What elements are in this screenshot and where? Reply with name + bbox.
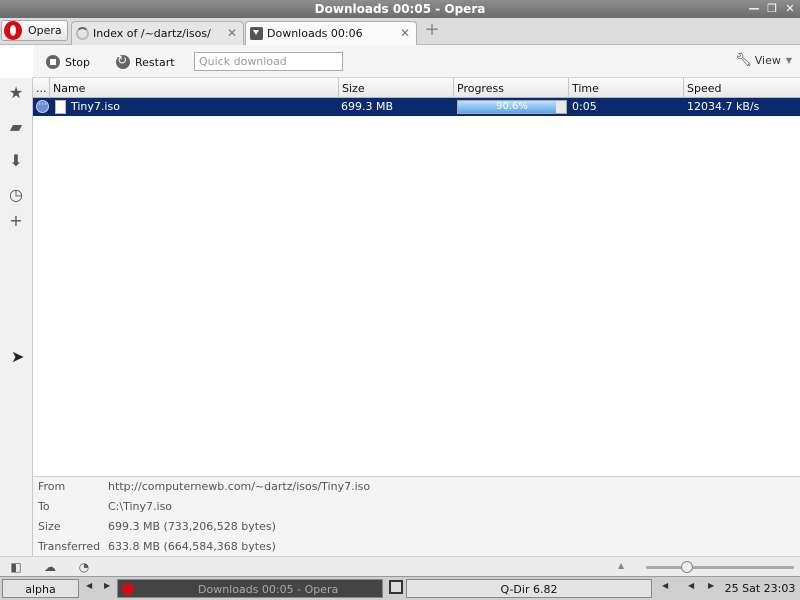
opera-task-icon (122, 583, 134, 595)
scroll-left-icon[interactable]: ◀ (688, 581, 694, 590)
column-header-name[interactable]: Name (50, 78, 339, 98)
zoom-slider-handle[interactable] (681, 561, 693, 573)
taskbar-clock: 25 Sat 23:03 (724, 582, 796, 595)
column-header-progress[interactable]: Progress (454, 78, 569, 98)
file-name: Tiny7.iso (71, 100, 120, 113)
download-speed: 12034.7 kB/s (687, 100, 760, 113)
window-list-icon[interactable] (389, 580, 403, 594)
view-menu-button[interactable]: 🔧︎ View ▼ (735, 53, 792, 68)
downloads-panel-icon[interactable]: ⬇ (7, 152, 25, 170)
downloading-status-icon: ··· (36, 100, 49, 113)
table-header: ... Name Size Progress Time Speed (33, 78, 800, 98)
task-label: Downloads 00:05 - Opera (198, 583, 339, 596)
stop-label: Stop (65, 55, 91, 69)
restart-label: Restart (135, 55, 175, 69)
turbo-gauge-icon[interactable]: ◔ (76, 559, 92, 575)
sync-cloud-icon[interactable]: ☁ (42, 559, 58, 575)
file-icon (55, 100, 66, 114)
tab-index-of-isos[interactable]: Index of /~dartz/isos/ ✕ (71, 21, 244, 45)
opera-menu-button[interactable]: Opera (1, 20, 68, 41)
column-header-time[interactable]: Time (569, 78, 684, 98)
loading-spinner-icon (76, 27, 89, 40)
stop-icon (46, 55, 60, 69)
detail-value: 699.3 MB (733,206,528 bytes) (108, 520, 276, 533)
column-header-status[interactable]: ... (33, 78, 50, 98)
close-icon[interactable]: ✕ (784, 2, 796, 15)
download-details-pane: From http://computernewb.com/~dartz/isos… (33, 476, 800, 556)
detail-value[interactable]: C:\Tiny7.iso (108, 500, 172, 513)
notes-icon[interactable]: ▰ (7, 118, 25, 136)
bookmarks-star-icon[interactable]: ★ (7, 84, 25, 102)
workspace-next-icon[interactable]: ▶ (104, 581, 110, 590)
column-header-size[interactable]: Size (339, 78, 454, 98)
table-row[interactable]: ··· Tiny7.iso 699.3 MB 90.6% 0:05 12034.… (33, 98, 800, 116)
add-panel-plus-icon[interactable]: + (7, 212, 25, 230)
tab-downloads[interactable]: Downloads 00:06 ✕ (245, 21, 417, 45)
scroll-right-icon[interactable]: ▶ (708, 581, 714, 590)
tab-bar: Opera Index of /~dartz/isos/ ✕ Downloads… (0, 18, 800, 45)
view-label: View (754, 54, 781, 67)
opera-logo-icon (4, 20, 24, 41)
window-title: Downloads 00:05 - Opera (314, 2, 486, 16)
restore-icon[interactable]: ❐ (766, 2, 778, 15)
workspace-prev-icon[interactable]: ◀ (86, 581, 92, 590)
zoom-slider[interactable] (646, 561, 794, 573)
taskbar-task-opera[interactable]: Downloads 00:05 - Opera (117, 579, 383, 598)
side-panel-bar: ★ ▰ ⬇ ◷ + (0, 78, 33, 556)
window-titlebar: Downloads 00:05 - Opera — ❐ ✕ (0, 0, 800, 18)
os-taskbar: alpha ◀ ▶ Downloads 00:05 - Opera Q-Dir … (0, 576, 800, 600)
mouse-cursor-icon: ➤ (11, 347, 25, 366)
zoom-reset-icon[interactable]: ▲ (618, 561, 624, 570)
progress-bar: 90.6% (457, 100, 567, 114)
detail-label: To (38, 500, 50, 513)
downloads-table: ... Name Size Progress Time Speed ··· Ti… (33, 78, 800, 476)
scroll-left-icon[interactable]: ◀ (662, 581, 668, 590)
workspace-name[interactable]: alpha (2, 579, 79, 598)
detail-value[interactable]: http://computernewb.com/~dartz/isos/Tiny… (108, 480, 370, 493)
wrench-icon: 🔧︎ (735, 53, 752, 68)
restart-button[interactable]: Restart (116, 53, 175, 71)
detail-label: From (38, 480, 66, 493)
browser-status-bar: ◧ ☁ ◔ ▲ (0, 556, 800, 576)
download-icon (250, 27, 263, 40)
quick-download-input[interactable] (194, 52, 343, 71)
history-clock-icon[interactable]: ◷ (7, 186, 25, 204)
opera-menu-label: Opera (28, 24, 62, 37)
tab-label: Index of /~dartz/isos/ (93, 27, 211, 40)
taskbar-task-qdir[interactable]: Q-Dir 6.82 (406, 579, 652, 598)
new-tab-plus-icon[interactable]: + (423, 21, 441, 40)
column-header-speed[interactable]: Speed (684, 78, 800, 98)
chevron-down-icon: ▼ (785, 56, 792, 65)
stop-button[interactable]: Stop (46, 53, 90, 71)
toggle-panel-icon[interactable]: ◧ (8, 559, 24, 575)
close-tab-icon[interactable]: ✕ (400, 26, 410, 40)
minimize-icon[interactable]: — (748, 2, 760, 15)
file-size: 699.3 MB (341, 100, 394, 113)
downloads-toolbar: Stop Restart 🔧︎ View ▼ (33, 45, 800, 78)
detail-value: 633.8 MB (664,584,368 bytes) (108, 540, 276, 553)
tab-label: Downloads 00:06 (267, 27, 363, 40)
progress-text: 90.6% (496, 101, 528, 112)
detail-label: Size (38, 520, 61, 533)
close-tab-icon[interactable]: ✕ (227, 26, 237, 40)
restart-icon (116, 53, 130, 69)
time-remaining: 0:05 (572, 100, 597, 113)
detail-label: Transferred (38, 540, 101, 553)
